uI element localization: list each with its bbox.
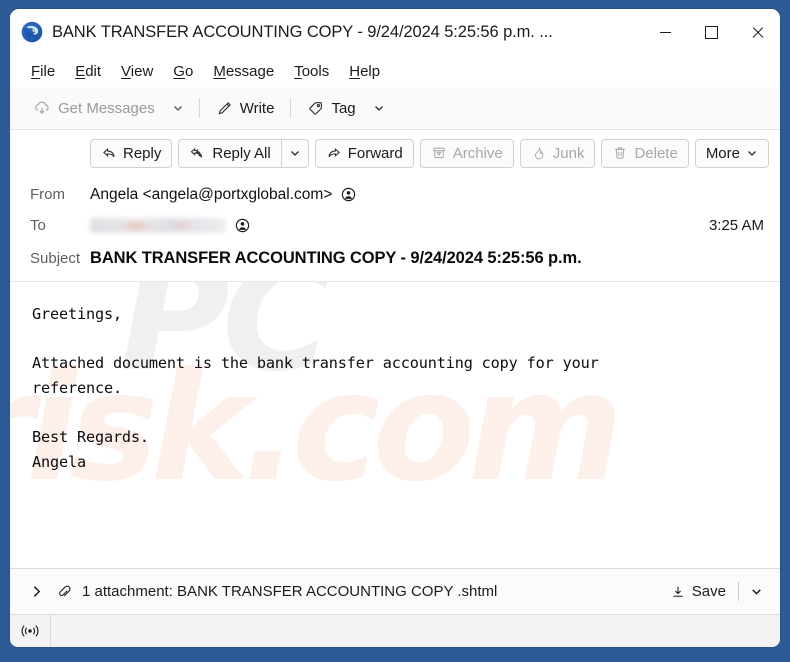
close-button[interactable] xyxy=(734,9,780,55)
forward-label: Forward xyxy=(347,144,403,162)
from-row: From Angela <angela@portxglobal.com> xyxy=(10,179,780,210)
toolbar-separator-2 xyxy=(290,98,292,118)
forward-icon xyxy=(326,145,342,161)
save-attachment-dropdown[interactable] xyxy=(743,581,770,602)
reply-all-label: Reply All xyxy=(212,144,271,162)
menu-edit[interactable]: Edit xyxy=(65,60,111,83)
trash-icon xyxy=(612,145,628,161)
chevron-down-icon xyxy=(172,102,184,114)
cloud-download-icon xyxy=(33,99,51,117)
window-controls xyxy=(642,9,780,55)
to-row: To 3:25 AM xyxy=(10,210,780,241)
subject-value: BANK TRANSFER ACCOUNTING COPY - 9/24/202… xyxy=(90,248,582,267)
maximize-button[interactable] xyxy=(688,9,734,55)
minimize-icon xyxy=(659,31,671,33)
online-broadcast-icon[interactable] xyxy=(10,615,51,647)
attachment-summary[interactable]: 1 attachment: BANK TRANSFER ACCOUNTING C… xyxy=(82,583,497,600)
get-messages-dropdown[interactable] xyxy=(164,98,192,118)
reply-button[interactable]: Reply xyxy=(90,138,173,168)
from-address-text: Angela <angela@portxglobal.com> xyxy=(90,185,333,203)
subject-row: Subject BANK TRANSFER ACCOUNTING COPY - … xyxy=(10,241,780,277)
subject-label: Subject xyxy=(30,249,81,267)
reply-label: Reply xyxy=(123,144,162,162)
message-body-pane[interactable]: PC risk.com Greetings, Attached document… xyxy=(10,281,780,568)
status-bar xyxy=(10,614,780,647)
tag-label: Tag xyxy=(331,99,356,117)
flame-icon xyxy=(531,145,547,161)
junk-label: Junk xyxy=(552,144,585,162)
main-toolbar: Get Messages Write Tag xyxy=(10,87,780,130)
reply-all-icon xyxy=(189,145,206,161)
menu-go[interactable]: Go xyxy=(163,60,203,83)
save-attachment-button[interactable]: Save xyxy=(662,579,734,604)
write-label: Write xyxy=(239,99,275,117)
thunderbird-logo-icon xyxy=(21,21,43,43)
menu-help[interactable]: Help xyxy=(339,60,390,83)
reply-all-button[interactable]: Reply All xyxy=(178,138,281,168)
from-label: From xyxy=(30,186,65,203)
minimize-button[interactable] xyxy=(642,9,688,55)
attachment-expand-toggle[interactable] xyxy=(23,580,50,603)
more-label: More xyxy=(705,144,740,162)
tag-button[interactable]: Tag xyxy=(298,96,364,121)
menu-tools[interactable]: Tools xyxy=(284,60,339,83)
message-headers: From Angela <angela@portxglobal.com> To xyxy=(10,176,780,281)
junk-button[interactable]: Junk xyxy=(519,138,596,168)
menu-bar: File Edit View Go Message Tools Help xyxy=(10,55,780,87)
title-bar: BANK TRANSFER ACCOUNTING COPY - 9/24/202… xyxy=(10,9,780,55)
close-icon xyxy=(751,26,764,39)
tag-icon xyxy=(307,100,324,117)
pencil-icon xyxy=(216,100,233,117)
menu-file[interactable]: File xyxy=(21,60,65,83)
chevron-down-icon xyxy=(289,147,301,159)
from-value[interactable]: Angela <angela@portxglobal.com> xyxy=(90,186,357,204)
chevron-down-icon xyxy=(750,585,763,598)
maximize-icon xyxy=(704,25,718,39)
to-label: To xyxy=(30,217,46,234)
download-icon xyxy=(670,584,686,600)
archive-label: Archive xyxy=(452,144,503,162)
archive-icon xyxy=(431,145,447,161)
get-messages-button[interactable]: Get Messages xyxy=(24,95,164,121)
window-title: BANK TRANSFER ACCOUNTING COPY - 9/24/202… xyxy=(52,22,553,41)
reply-all-dropdown[interactable] xyxy=(280,138,309,168)
to-address-redacted xyxy=(90,218,226,233)
save-label: Save xyxy=(691,583,726,600)
tag-dropdown[interactable] xyxy=(365,98,393,118)
thunderbird-message-window: BANK TRANSFER ACCOUNTING COPY - 9/24/202… xyxy=(10,9,780,647)
get-messages-label: Get Messages xyxy=(58,99,155,117)
attachment-actions: Save xyxy=(662,579,770,604)
message-body-text: Greetings, Attached document is the bank… xyxy=(32,305,599,471)
write-button[interactable]: Write xyxy=(207,96,284,121)
more-button[interactable]: More xyxy=(694,138,769,168)
to-value[interactable] xyxy=(90,217,251,234)
chevron-right-icon xyxy=(29,584,44,599)
delete-button[interactable]: Delete xyxy=(601,138,689,168)
chevron-down-icon xyxy=(373,102,385,114)
message-action-toolbar: Reply Reply All Forward Archive Junk Del… xyxy=(10,130,780,176)
archive-button[interactable]: Archive xyxy=(419,138,514,168)
desktop-backdrop: BANK TRANSFER ACCOUNTING COPY - 9/24/202… xyxy=(0,0,790,662)
delete-label: Delete xyxy=(634,144,678,162)
reply-icon xyxy=(101,145,117,161)
menu-message[interactable]: Message xyxy=(203,60,284,83)
paperclip-icon xyxy=(56,583,73,600)
toolbar-separator-1 xyxy=(198,98,200,118)
menu-view[interactable]: View xyxy=(111,60,163,83)
attachment-bar: 1 attachment: BANK TRANSFER ACCOUNTING C… xyxy=(10,568,780,614)
contact-icon[interactable] xyxy=(234,217,251,234)
chevron-down-icon xyxy=(746,147,758,159)
forward-button[interactable]: Forward xyxy=(314,138,414,168)
contact-icon[interactable] xyxy=(340,186,357,203)
message-time: 3:25 AM xyxy=(708,217,764,234)
save-separator xyxy=(738,582,739,601)
